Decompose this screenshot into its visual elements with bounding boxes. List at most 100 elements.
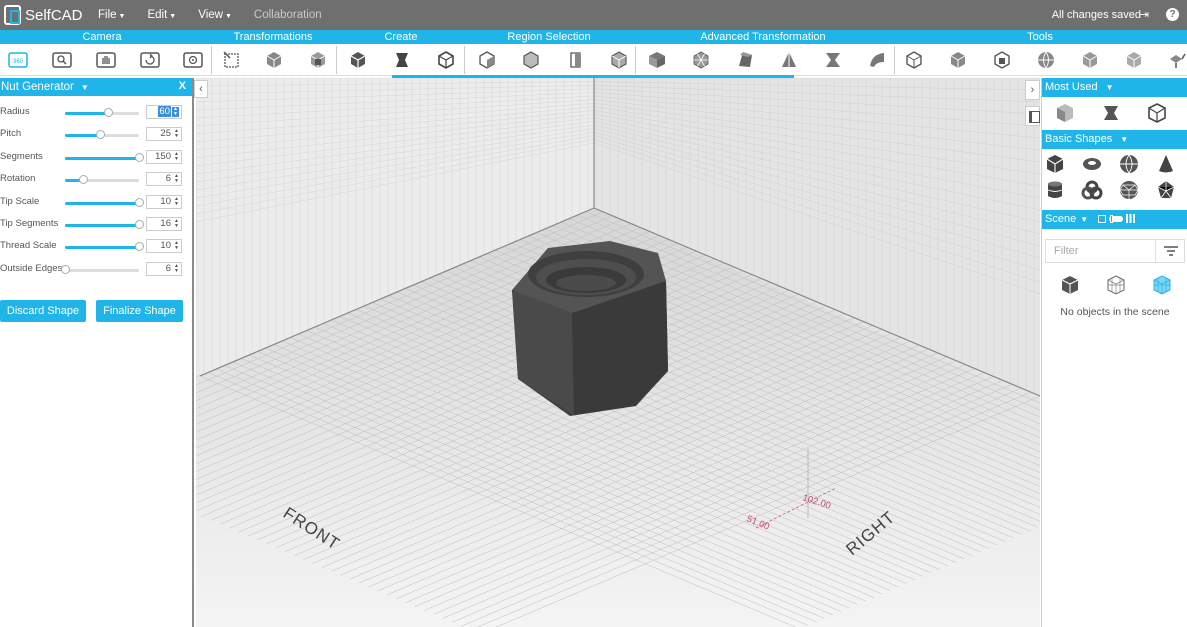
stepper-arrows-icon[interactable]: ▲ ▼ [174, 151, 179, 162]
single-view-icon[interactable] [1098, 214, 1106, 223]
most-used-cube-button[interactable] [1054, 102, 1076, 124]
logo[interactable]: SelfCAD [4, 5, 88, 25]
shape-cone-button[interactable] [1155, 153, 1177, 175]
pitch-input[interactable]: 25 ▲ ▼ [146, 127, 182, 142]
filter-icon[interactable] [1164, 246, 1178, 256]
slider-knob[interactable] [103, 108, 113, 117]
rotate-view-button[interactable] [138, 48, 162, 72]
thread-scale-slider[interactable] [65, 242, 144, 252]
shape-sphere-button[interactable] [1118, 153, 1140, 175]
outside-edges-input[interactable]: 6 ▲ ▼ [146, 261, 182, 276]
group-button[interactable] [990, 48, 1014, 72]
menu-edit[interactable]: Edit ▼ [147, 9, 176, 21]
select-region-button[interactable] [607, 48, 631, 72]
subdivide-button[interactable] [689, 48, 713, 72]
stepper-arrows-icon[interactable]: ▲ ▼ [174, 196, 179, 207]
scale-button[interactable] [306, 48, 330, 72]
close-panel-button[interactable]: X [179, 80, 186, 92]
bevel-button[interactable] [733, 48, 757, 72]
view-toggle-switch[interactable] [1109, 214, 1123, 223]
shape-knot-button[interactable] [1081, 179, 1103, 201]
stepper-arrows-icon[interactable]: ▲ ▼ [172, 107, 179, 117]
stepper-arrows-icon[interactable]: ▲ ▼ [174, 129, 179, 139]
reset-view-button[interactable] [181, 48, 205, 72]
saved-sync-icon[interactable]: ⇥ [1140, 8, 1149, 21]
collapse-left-panel-button[interactable]: ‹ [194, 80, 208, 98]
tip-scale-slider[interactable] [65, 197, 144, 207]
cone-tool-button[interactable] [777, 48, 801, 72]
tip-scale-input[interactable]: 10 ▲ ▼ [146, 194, 182, 209]
create-generator-button[interactable] [434, 48, 458, 72]
stepper-arrows-icon[interactable]: ▲ ▼ [174, 174, 179, 184]
sphere-tool-button[interactable] [1034, 48, 1058, 72]
scene-header[interactable]: Scene ▼ [1042, 210, 1187, 229]
radius-slider[interactable] [65, 108, 139, 117]
3d-viewport[interactable]: FRONT RIGHT 102.00 51.00 [196, 78, 1040, 627]
transform-select-button[interactable] [220, 48, 244, 72]
rotation-slider[interactable] [65, 175, 139, 185]
paint-button[interactable] [1164, 48, 1187, 72]
stepper-arrows-icon[interactable]: ▲ ▼ [174, 263, 179, 274]
rotation-input[interactable]: 6 ▲ ▼ [146, 172, 182, 187]
slider-knob[interactable] [135, 220, 144, 229]
twist-button[interactable] [821, 48, 845, 72]
slider-knob[interactable] [78, 175, 88, 185]
most-used-sketch-button[interactable] [1100, 102, 1122, 124]
scene-grid-view-button[interactable] [1151, 274, 1173, 296]
shape-cylinder-button[interactable] [1044, 179, 1066, 201]
slider-knob[interactable] [61, 264, 70, 274]
slider-knob[interactable] [135, 242, 144, 252]
shape-geosphere-button[interactable] [1118, 179, 1140, 201]
grid-view-icon[interactable] [1126, 214, 1135, 223]
panel-toggle-button[interactable] [1025, 106, 1040, 126]
collapse-right-panel-button[interactable]: › [1025, 80, 1040, 100]
create-cube-button[interactable] [346, 48, 370, 72]
hollow-button[interactable] [1122, 48, 1146, 72]
scene-wireframe-view-button[interactable] [1105, 274, 1127, 296]
thread-scale-input[interactable]: 10 ▲ ▼ [146, 239, 182, 254]
menu-collaboration[interactable]: Collaboration [254, 9, 322, 21]
discard-shape-button[interactable]: Discard Shape [0, 300, 86, 322]
view-360-button[interactable]: 360 [6, 48, 30, 72]
radius-input[interactable]: 60 ▲ ▼ [146, 105, 182, 119]
extrude-button[interactable] [645, 48, 669, 72]
shape-polyhedron-button[interactable] [1155, 179, 1177, 201]
select-face-button[interactable] [475, 48, 499, 72]
finalize-shape-button[interactable]: Finalize Shape [96, 300, 183, 322]
zoom-button[interactable] [50, 48, 74, 72]
pan-button[interactable] [94, 48, 118, 72]
generator-panel-header[interactable]: Nut Generator ▼ X [0, 78, 192, 96]
segments-input[interactable]: 150 ▲ ▼ [146, 149, 182, 164]
scene-canvas[interactable]: FRONT RIGHT 102.00 51.00 [196, 78, 1040, 627]
help-icon[interactable]: ? [1166, 8, 1179, 21]
pitch-slider[interactable] [65, 130, 139, 140]
segments-slider[interactable] [65, 152, 144, 162]
tip-segments-input[interactable]: 16 ▲ ▼ [146, 217, 182, 231]
measure-button[interactable] [902, 48, 926, 72]
scene-filter-input[interactable] [1046, 240, 1156, 262]
tip-segments-slider[interactable] [65, 220, 144, 229]
move-button[interactable] [262, 48, 286, 72]
most-used-header[interactable]: Most Used ▼ [1042, 78, 1187, 97]
slider-knob[interactable] [135, 152, 144, 162]
menu-file[interactable]: File ▼ [98, 9, 125, 21]
align-button[interactable] [946, 48, 970, 72]
scene-solid-view-button[interactable] [1059, 274, 1081, 296]
select-vertex-button[interactable] [563, 48, 587, 72]
bend-button[interactable] [865, 48, 889, 72]
stepper-arrows-icon[interactable]: ▲ ▼ [174, 241, 179, 251]
menu-view[interactable]: View ▼ [198, 9, 232, 21]
nut-model[interactable] [512, 241, 668, 416]
slider-knob[interactable] [95, 130, 105, 140]
slider-knob[interactable] [135, 197, 144, 207]
save-status: All changes saved [1051, 9, 1141, 21]
basic-shapes-header[interactable]: Basic Shapes ▼ [1042, 130, 1187, 149]
shape-torus-button[interactable] [1081, 153, 1103, 175]
most-used-generator-button[interactable] [1146, 102, 1168, 124]
select-edge-button[interactable] [519, 48, 543, 72]
outside-edges-slider[interactable] [61, 264, 139, 274]
create-3d-sketch-button[interactable] [390, 48, 414, 72]
stepper-arrows-icon[interactable]: ▲ ▼ [174, 219, 179, 229]
repair-button[interactable] [1078, 48, 1102, 72]
shape-cube-button[interactable] [1044, 153, 1066, 175]
